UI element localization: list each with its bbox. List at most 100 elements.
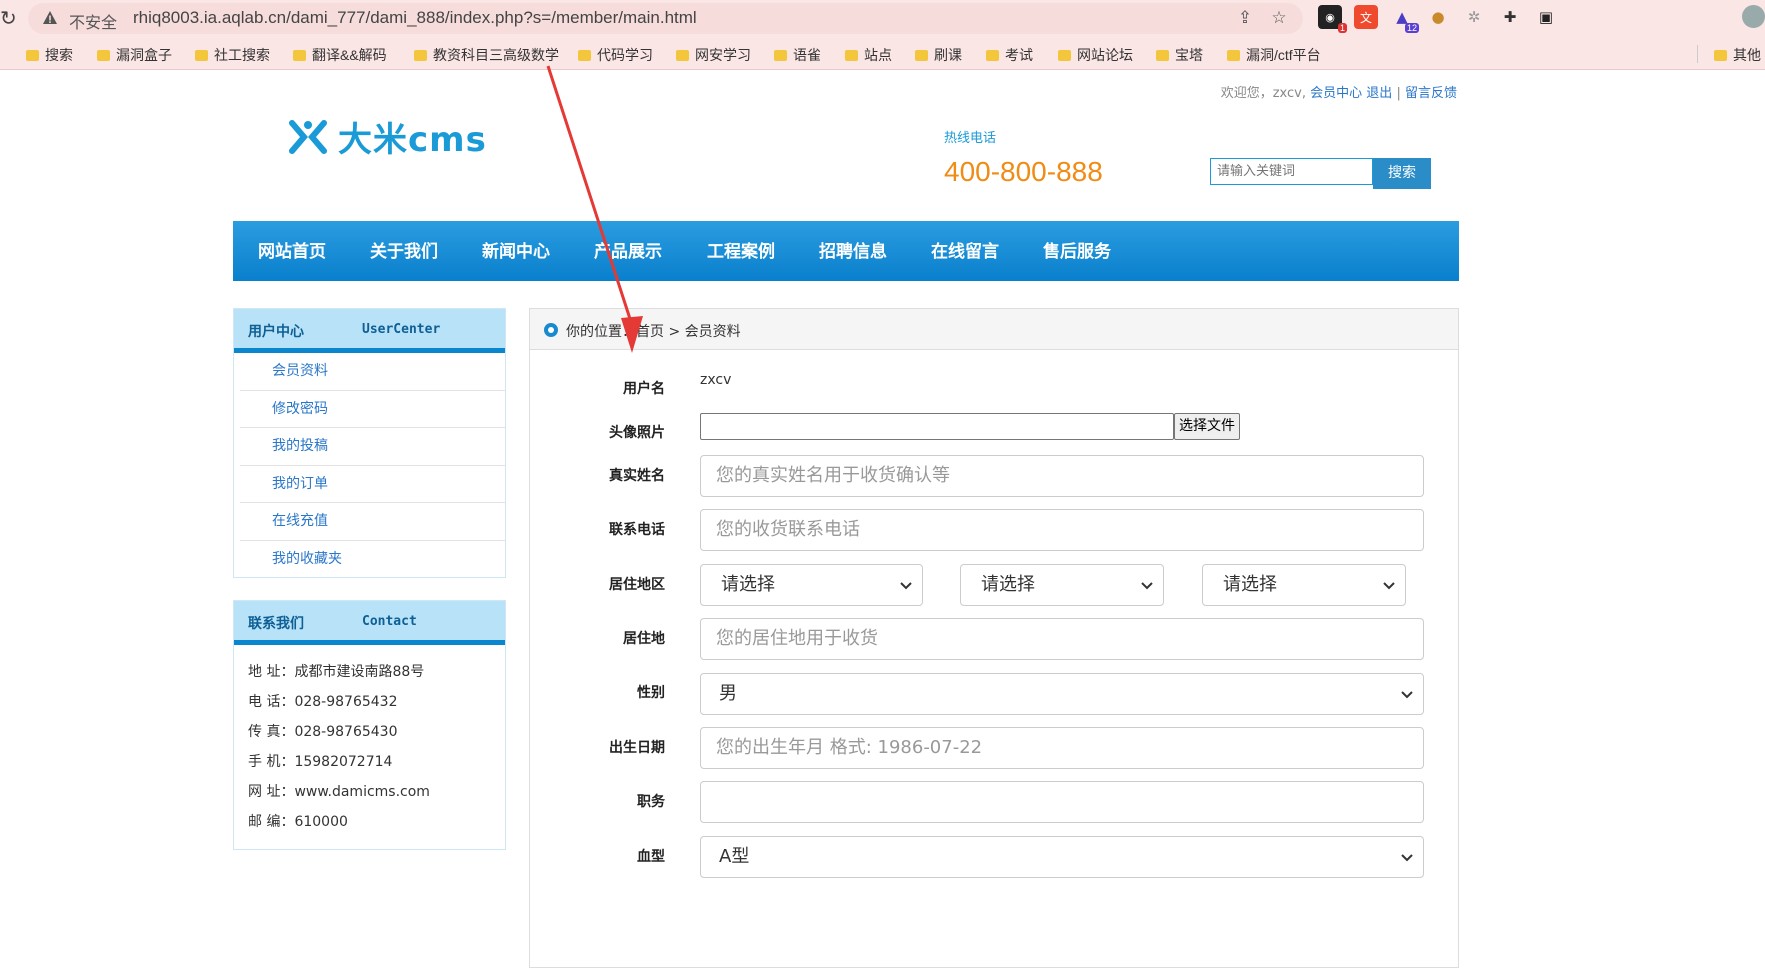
extension-badge: 1 (1337, 23, 1347, 33)
birthdate-input[interactable]: 您的出生年月 格式: 1986-07-22 (700, 727, 1424, 769)
breadcrumb-text: 你的位置：首页 > 会员资料 (566, 324, 741, 340)
folder-icon (1156, 49, 1169, 61)
sidebar-item-password[interactable]: 修改密码 (240, 391, 505, 428)
insecure-label: 不安全 (69, 15, 118, 32)
blood-type-label: 血型 (637, 849, 665, 865)
contact-header: 联系我们 Contact (234, 601, 505, 645)
search-button[interactable]: 搜索 (1373, 158, 1431, 189)
chevron-down-icon (1401, 854, 1413, 862)
star-icon[interactable]: ☆ (1269, 8, 1289, 28)
breadcrumb: 你的位置：首页 > 会员资料 (530, 309, 1458, 350)
bookmark-item[interactable]: 教资科目三高级数学 (414, 45, 559, 65)
nav-item-cases[interactable]: 工程案例 (707, 237, 775, 262)
bookmark-item[interactable]: 语雀 (774, 45, 821, 65)
nav-item-jobs[interactable]: 招聘信息 (819, 237, 887, 262)
web-page: 欢迎您，zxcv, 会员中心 退出 | 留言反馈 大米cms 热线电话 400-… (0, 70, 1765, 968)
bookmark-item[interactable]: 站点 (845, 45, 892, 65)
contact-website: 网 址：www.damicms.com (248, 784, 430, 800)
reload-icon[interactable]: ↻ (0, 6, 18, 30)
graduation-extension-icon[interactable]: ▲ 12 (1390, 5, 1419, 33)
city-select-value: 请选择 (981, 574, 1035, 595)
chevron-down-icon (1383, 582, 1395, 590)
blood-type-select[interactable]: A型 (700, 836, 1424, 878)
extension-icon[interactable]: ◉ 1 (1318, 5, 1347, 33)
nav-item-about[interactable]: 关于我们 (370, 237, 438, 262)
side-panel-icon[interactable]: ▣ (1534, 5, 1558, 29)
site-logo[interactable]: 大米cms (288, 112, 487, 161)
share-icon[interactable]: ⇪ (1235, 8, 1255, 28)
sidebar-item-submissions[interactable]: 我的投稿 (240, 428, 505, 466)
bookmark-item[interactable]: 宝塔 (1156, 45, 1203, 65)
region-label: 居住地区 (609, 577, 665, 593)
bookmark-item[interactable]: 漏洞盒子 (97, 45, 172, 65)
bookmark-item[interactable]: 代码学习 (578, 45, 653, 65)
sidebar-item-recharge[interactable]: 在线充值 (240, 503, 505, 541)
province-select[interactable]: 请选择 (700, 564, 923, 606)
folder-icon (1714, 49, 1727, 61)
profile-avatar[interactable] (1742, 5, 1765, 28)
bookmark-item[interactable]: 网站论坛 (1058, 45, 1133, 65)
avatar-label: 头像照片 (609, 425, 665, 441)
folder-icon (845, 49, 858, 61)
translate-extension-icon[interactable]: 文 (1354, 5, 1378, 29)
sidebar-item-profile[interactable]: 会员资料 (240, 353, 505, 391)
bookmark-item[interactable]: 考试 (986, 45, 1033, 65)
avatar-file-field[interactable] (700, 413, 1174, 440)
user-center-panel: 用户中心 UserCenter 会员资料 修改密码 我的投稿 我的订单 在线充值… (233, 308, 506, 578)
bookmark-item[interactable]: 网安学习 (676, 45, 751, 65)
contact-address: 地 址：成都市建设南路88号 (248, 664, 425, 680)
contact-panel: 联系我们 Contact 地 址：成都市建设南路88号 电 话：028-9876… (233, 600, 506, 850)
folder-icon (986, 49, 999, 61)
bookmark-item[interactable]: 漏洞/ctf平台 (1227, 45, 1321, 65)
job-input[interactable] (700, 781, 1424, 823)
contact-mobile: 手 机：15982072714 (248, 754, 393, 770)
address-input[interactable]: 您的居住地用于收货 (700, 618, 1424, 660)
nav-item-home[interactable]: 网站首页 (258, 237, 326, 262)
gender-select-value: 男 (719, 683, 737, 704)
contact-fax: 传 真：028-98765430 (248, 724, 398, 740)
phone-input[interactable]: 您的收货联系电话 (700, 509, 1424, 551)
city-select[interactable]: 请选择 (960, 564, 1164, 606)
gender-select[interactable]: 男 (700, 673, 1424, 715)
bookmark-item[interactable]: 翻译&&解码 (293, 45, 387, 65)
search-input[interactable] (1210, 158, 1373, 185)
feedback-link[interactable]: 留言反馈 (1405, 86, 1457, 101)
bookmark-item[interactable]: 社工搜索 (195, 45, 270, 65)
contact-phone: 电 话：028-98765432 (248, 694, 398, 710)
username-value: zxcv (700, 372, 732, 388)
member-center-link[interactable]: 会员中心 (1310, 86, 1362, 101)
cookie-icon[interactable]: ● (1426, 5, 1450, 29)
logout-link[interactable]: 退出 (1366, 86, 1392, 101)
nav-item-message[interactable]: 在线留言 (931, 237, 999, 262)
phone-label: 联系电话 (609, 522, 665, 538)
folder-icon (1058, 49, 1071, 61)
address-bar[interactable]: 不安全 rhiq8003.ia.aqlab.cn/dami_777/dami_8… (28, 3, 1303, 34)
folder-icon (915, 49, 928, 61)
folder-icon (97, 49, 110, 61)
bookmark-item[interactable]: 刷课 (915, 45, 962, 65)
district-select[interactable]: 请选择 (1202, 564, 1406, 606)
logo-text: 大米cms (338, 120, 487, 160)
nav-item-news[interactable]: 新闻中心 (482, 237, 550, 262)
bookmarks-bar: : 搜索 漏洞盒子 社工搜索 翻译&&解码 教资科目三高级数学 代码学习 网安学… (0, 37, 1765, 70)
puzzle-icon[interactable]: ✚ (1498, 5, 1522, 29)
choose-file-button[interactable]: 选择文件 (1174, 413, 1240, 440)
bookmark-item[interactable]: 搜索 (26, 45, 73, 65)
nav-item-service[interactable]: 售后服务 (1043, 237, 1111, 262)
sidebar-item-orders[interactable]: 我的订单 (240, 466, 505, 503)
settings-extension-icon[interactable]: ✲ (1462, 5, 1486, 29)
user-center-title: 用户中心 (248, 324, 304, 340)
job-label: 职务 (637, 794, 665, 810)
chevron-down-icon (900, 582, 912, 590)
bookmark-other[interactable]: 其他 (1714, 45, 1761, 65)
nav-item-products[interactable]: 产品展示 (594, 237, 662, 262)
sidebar-item-favorites[interactable]: 我的收藏夹 (240, 541, 505, 579)
folder-icon (578, 49, 591, 61)
hotline-number: 400-800-888 (944, 156, 1103, 187)
birthdate-label: 出生日期 (609, 740, 665, 756)
main-nav: 网站首页 关于我们 新闻中心 产品展示 工程案例 招聘信息 在线留言 售后服务 (233, 221, 1459, 281)
gender-label: 性别 (637, 685, 665, 701)
url-text[interactable]: rhiq8003.ia.aqlab.cn/dami_777/dami_888/i… (133, 8, 697, 28)
realname-input[interactable]: 您的真实姓名用于收货确认等 (700, 455, 1424, 497)
folder-icon (774, 49, 787, 61)
